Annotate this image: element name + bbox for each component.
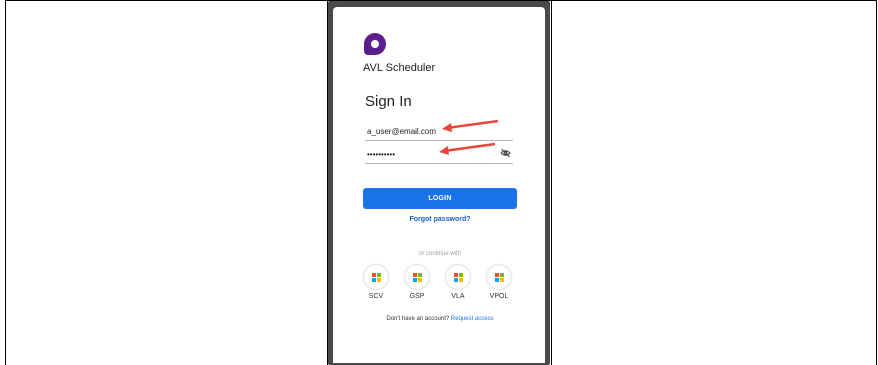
sso-button-scv[interactable]: SCV — [363, 265, 389, 300]
login-screen — [333, 7, 545, 363]
microsoft-icon — [494, 272, 504, 282]
request-access-link[interactable]: Request access — [451, 316, 494, 322]
signup-prompt: Don't have an account? Request access — [363, 316, 517, 322]
continue-with-label: or continue with — [418, 251, 462, 257]
avl-logo-icon — [364, 33, 386, 55]
sso-button-gsp[interactable]: GSP — [404, 265, 430, 300]
table-cell-divider — [551, 0, 552, 365]
microsoft-icon — [412, 272, 422, 282]
provider-label: VPOL — [489, 293, 509, 300]
provider-label: VLA — [451, 293, 465, 300]
microsoft-icon — [453, 272, 463, 282]
eye-off-icon[interactable] — [500, 148, 511, 158]
signup-prompt-text: Don't have an account? — [386, 316, 450, 322]
provider-icon-circle[interactable] — [487, 265, 511, 289]
provider-icon-circle[interactable] — [364, 265, 388, 289]
sso-provider-list: SCV GSP VLA VPOL — [364, 265, 516, 305]
provider-label: GSP — [409, 293, 425, 300]
provider-label: SCV — [368, 293, 384, 300]
forgot-password-link[interactable]: Forgot password? — [363, 216, 517, 223]
provider-icon-circle[interactable] — [405, 265, 429, 289]
provider-icon-circle[interactable] — [446, 265, 470, 289]
page-title: Sign In — [365, 93, 412, 110]
annotation-arrow-password — [439, 142, 496, 155]
sso-button-vla[interactable]: VLA — [445, 265, 471, 300]
app-name: AVL Scheduler — [363, 62, 436, 74]
login-button[interactable]: LOGIN — [363, 188, 517, 209]
annotation-arrow-email — [442, 119, 499, 132]
microsoft-icon — [371, 272, 381, 282]
sso-button-vpol[interactable]: VPOL — [486, 265, 512, 300]
